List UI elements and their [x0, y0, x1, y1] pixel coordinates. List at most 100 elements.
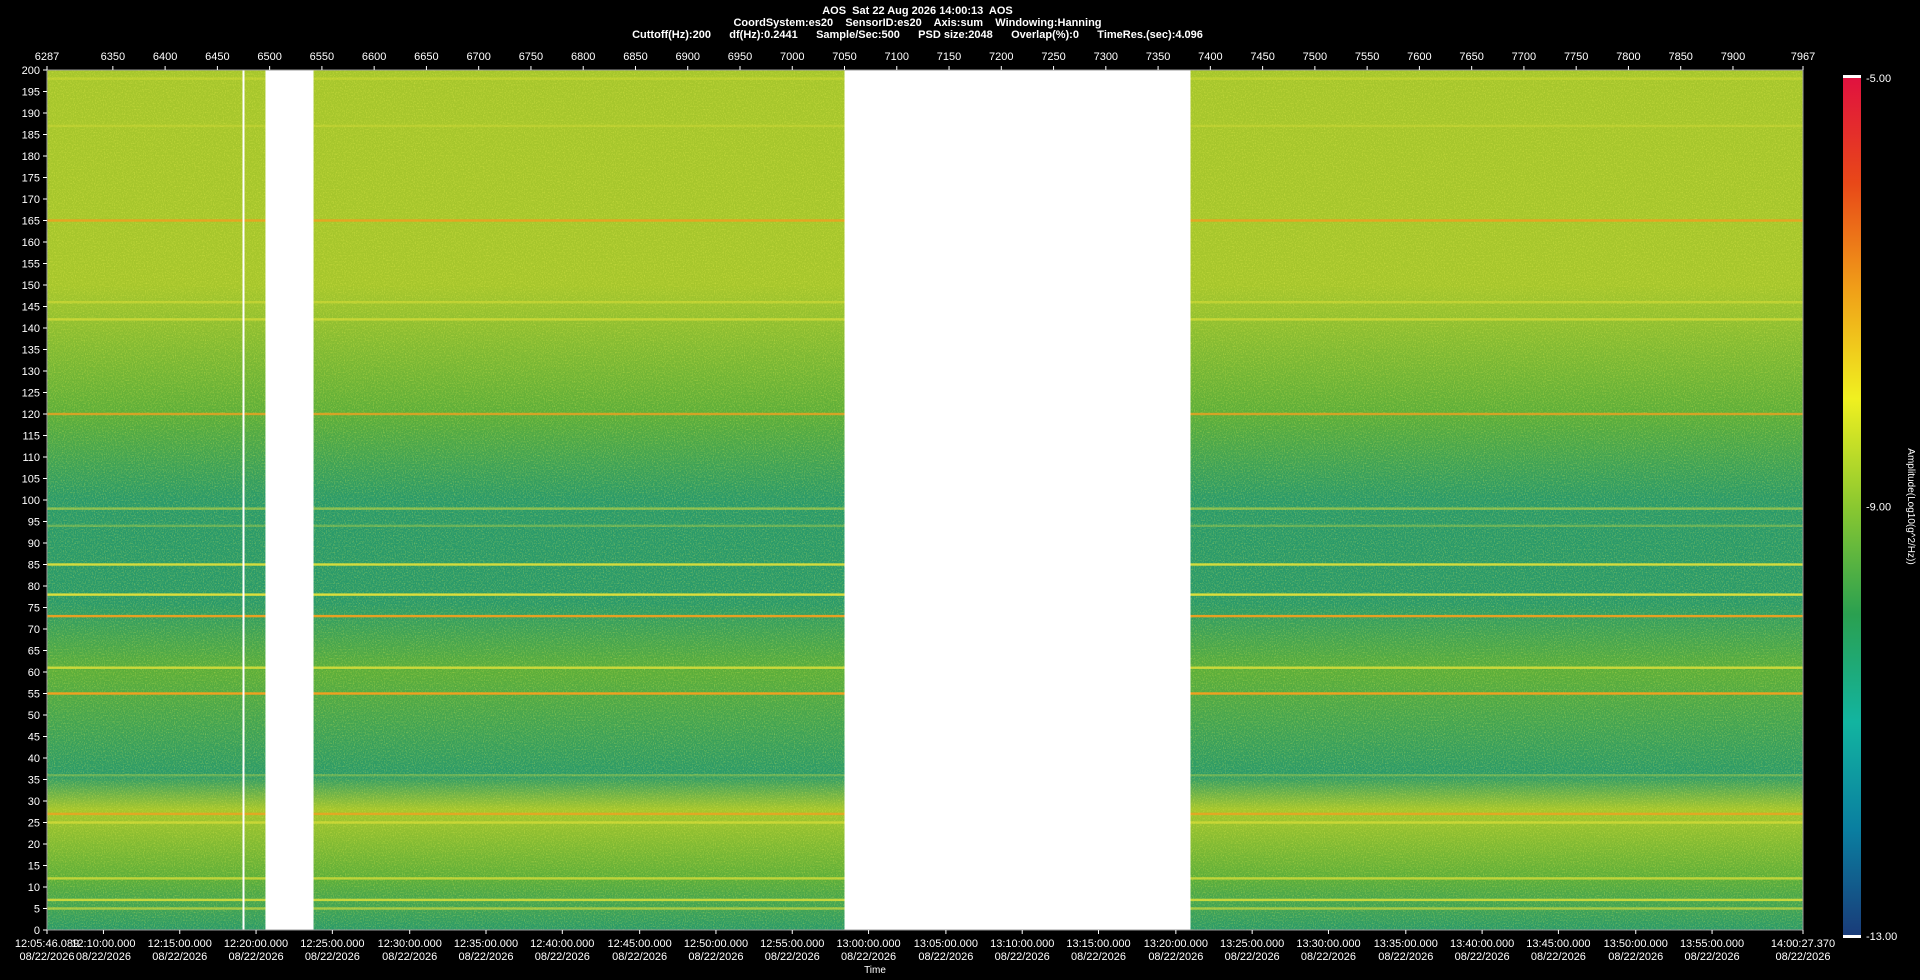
top-axis-label: 7350 — [1146, 51, 1170, 63]
date-axis-label: 08/22/2026 — [458, 951, 513, 963]
y-axis-label: 105 — [22, 474, 40, 486]
date-axis-label: 08/22/2026 — [1455, 951, 1510, 963]
top-axis-label: 6900 — [675, 51, 699, 63]
spectrogram-window: AOS Sat 22 Aug 2026 14:00:13 AOS CoordSy… — [0, 0, 1920, 980]
data-gap — [844, 70, 1191, 930]
date-axis-label: 08/22/2026 — [1531, 951, 1586, 963]
time-axis-label: 12:50:00.000 — [684, 938, 748, 950]
top-axis-label: 7700 — [1512, 51, 1536, 63]
top-axis-label: 7967 — [1791, 51, 1815, 63]
date-axis-label: 08/22/2026 — [1148, 951, 1203, 963]
top-axis-label: 7500 — [1303, 51, 1327, 63]
date-axis-label: 08/22/2026 — [535, 951, 590, 963]
time-axis-label: 13:55:00.000 — [1680, 938, 1744, 950]
date-axis-label: 08/22/2026 — [765, 951, 820, 963]
y-axis-label: 20 — [28, 839, 40, 851]
top-axis-label: 7750 — [1564, 51, 1588, 63]
top-axis-label: 6600 — [362, 51, 386, 63]
y-axis-label: 60 — [28, 667, 40, 679]
y-axis-label: 130 — [22, 366, 40, 378]
date-axis-label: 08/22/2026 — [841, 951, 896, 963]
time-axis-label: 12:15:00.000 — [148, 938, 212, 950]
y-axis-label: 55 — [28, 689, 40, 701]
date-axis-label: 08/22/2026 — [382, 951, 437, 963]
date-axis-label: 08/22/2026 — [612, 951, 667, 963]
y-axis-label: 5 — [34, 904, 40, 916]
y-axis-label: 135 — [22, 345, 40, 357]
top-axis-label: 7000 — [780, 51, 804, 63]
top-axis-label: 7300 — [1094, 51, 1118, 63]
top-axis-label: 6400 — [153, 51, 177, 63]
y-axis-label: 90 — [28, 538, 40, 550]
y-axis-label: 190 — [22, 108, 40, 120]
top-axis-label: 7400 — [1198, 51, 1222, 63]
date-axis-label: 08/22/2026 — [229, 951, 284, 963]
colorbar-title: Amplitude(Log10(g^2/Hz)) — [1905, 448, 1916, 564]
spectrogram-chart: 6287 6350 6400 6450 6500 6550 6600 6650 6700 6750… — [15, 51, 1916, 976]
top-axis-label: 7200 — [989, 51, 1013, 63]
time-axis-label: 12:45:00.000 — [608, 938, 672, 950]
time-axis-label: 13:45:00.000 — [1526, 938, 1590, 950]
y-axis-label: 170 — [22, 194, 40, 206]
y-axis-label: 40 — [28, 753, 40, 765]
y-axis-label: 30 — [28, 796, 40, 808]
y-axis-label: 125 — [22, 388, 40, 400]
top-axis-label: 7150 — [937, 51, 961, 63]
colorbar-tick-label: -9.00 — [1866, 502, 1891, 514]
colorbar-bottom-marker — [1843, 935, 1861, 938]
date-axis-label: 08/22/2026 — [1775, 951, 1830, 963]
y-axis-label: 75 — [28, 603, 40, 615]
colorbar-top-marker — [1843, 75, 1861, 78]
top-axis-label: 6750 — [519, 51, 543, 63]
date-axis-label: 08/22/2026 — [1685, 951, 1740, 963]
time-axis-label: 14:00:27.370 — [1771, 938, 1835, 950]
date-axis-label: 08/22/2026 — [1608, 951, 1663, 963]
top-axis-label: 7850 — [1668, 51, 1692, 63]
top-axis-label: 7450 — [1250, 51, 1274, 63]
date-axis-label: 08/22/2026 — [1301, 951, 1356, 963]
y-axis-label: 155 — [22, 259, 40, 271]
top-axis-label: 6850 — [623, 51, 647, 63]
date-axis-label: 08/22/2026 — [1225, 951, 1280, 963]
top-axis-label: 6550 — [310, 51, 334, 63]
top-axis-label: 7600 — [1407, 51, 1431, 63]
top-axis-label: 7050 — [832, 51, 856, 63]
time-axis-label: 13:20:00.000 — [1144, 938, 1208, 950]
top-axis-label: 7800 — [1616, 51, 1640, 63]
y-axis-label: 95 — [28, 517, 40, 529]
y-axis-label: 195 — [22, 87, 40, 99]
top-axis-label: 7250 — [1041, 51, 1065, 63]
date-axis-label: 08/22/2026 — [76, 951, 131, 963]
x-axis-title: Time — [864, 965, 886, 976]
y-axis-label: 115 — [22, 431, 40, 443]
date-axis-label: 08/22/2026 — [995, 951, 1050, 963]
y-axis-label: 140 — [22, 323, 40, 335]
time-axis-label: 13:10:00.000 — [990, 938, 1054, 950]
time-axis-label: 12:10:00.000 — [71, 938, 135, 950]
y-axis-label: 45 — [28, 732, 40, 744]
time-axis-label: 13:05:00.000 — [914, 938, 978, 950]
y-axis-label: 85 — [28, 560, 40, 572]
date-axis-label: 08/22/2026 — [152, 951, 207, 963]
y-axis-label: 165 — [22, 216, 40, 228]
time-axis-label: 13:50:00.000 — [1604, 938, 1668, 950]
time-axis-label: 12:30:00.000 — [378, 938, 442, 950]
y-axis-label: 10 — [28, 882, 40, 894]
colorbar — [1843, 75, 1861, 938]
date-axis-label: 08/22/2026 — [305, 951, 360, 963]
colorbar-tick-label: -13.00 — [1866, 931, 1897, 943]
time-axis-label: 13:25:00.000 — [1220, 938, 1284, 950]
time-axis-label: 12:35:00.000 — [454, 938, 518, 950]
data-gap — [265, 70, 314, 930]
y-axis-label: 200 — [22, 65, 40, 77]
top-axis-label: 6350 — [101, 51, 125, 63]
date-axis-label: 08/22/2026 — [1071, 951, 1126, 963]
top-axis-label: 6500 — [257, 51, 281, 63]
y-axis-label: 180 — [22, 151, 40, 163]
time-axis-label: 12:55:00.000 — [760, 938, 824, 950]
time-axis-label: 12:25:00.000 — [300, 938, 364, 950]
time-axis-label: 13:40:00.000 — [1450, 938, 1514, 950]
time-axis-label: 12:20:00.000 — [224, 938, 288, 950]
time-axis-label: 12:40:00.000 — [530, 938, 594, 950]
y-axis-label: 15 — [28, 861, 40, 873]
